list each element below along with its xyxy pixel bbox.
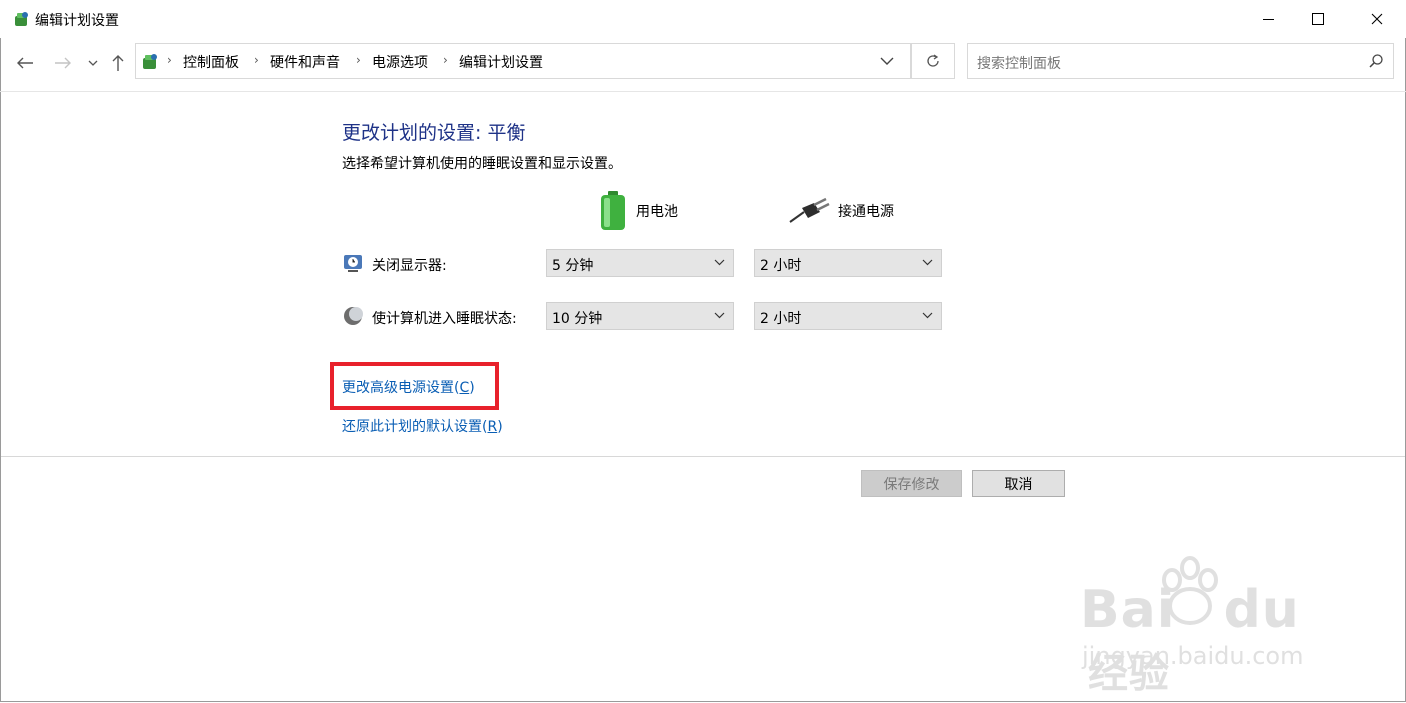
page-subtitle: 选择希望计算机使用的睡眠设置和显示设置。	[342, 156, 622, 172]
watermark: Bai du经验 jingyan.baidu.com	[1080, 552, 1340, 697]
refresh-button[interactable]	[911, 43, 955, 79]
turn-off-display-label: 关闭显示器:	[372, 258, 447, 274]
breadcrumb-edit-plan[interactable]: 编辑计划设置	[459, 52, 543, 72]
battery-icon	[601, 191, 625, 230]
maximize-button[interactable]	[1293, 0, 1343, 38]
power-plug-icon	[789, 197, 830, 223]
control-panel-icon	[143, 54, 157, 69]
display-plugged-select[interactable]: 2 小时	[754, 249, 942, 277]
restore-defaults-link[interactable]: 还原此计划的默认设置(R)	[342, 416, 503, 436]
up-button[interactable]	[107, 52, 129, 74]
chevron-down-icon	[714, 312, 725, 319]
chevron-down-icon	[922, 259, 933, 266]
battery-label: 用电池	[636, 204, 678, 220]
advanced-link-text: 更改高级电源设置(	[342, 380, 460, 396]
breadcrumb-control-panel[interactable]: 控制面板	[183, 52, 239, 72]
search-placeholder: 搜索控制面板	[977, 56, 1061, 72]
battery-column-header: 用电池	[598, 190, 678, 232]
breadcrumb-separator[interactable]: ›	[356, 53, 361, 67]
advanced-power-settings-link[interactable]: 更改高级电源设置(C)	[342, 377, 475, 397]
sleep-battery-value: 10 分钟	[552, 311, 603, 327]
advanced-link-close: )	[469, 380, 475, 396]
breadcrumb-separator[interactable]: ›	[443, 53, 448, 67]
display-battery-value: 5 分钟	[552, 258, 594, 274]
close-button[interactable]	[1352, 0, 1402, 38]
breadcrumb-separator[interactable]: ›	[254, 53, 259, 67]
address-dropdown-button[interactable]	[880, 54, 904, 72]
minimize-icon	[1262, 18, 1274, 20]
save-changes-button[interactable]: 保存修改	[861, 470, 962, 497]
breadcrumb-power-options[interactable]: 电源选项	[372, 52, 428, 72]
watermark-brand-bai: Bai	[1080, 580, 1176, 640]
restore-link-accesskey: R	[487, 419, 498, 435]
refresh-icon	[927, 54, 939, 67]
divider	[1, 456, 1405, 457]
search-icon	[1369, 54, 1383, 68]
recent-locations-button[interactable]	[84, 52, 102, 74]
advanced-link-accesskey: C	[459, 380, 470, 396]
minimize-button[interactable]	[1243, 0, 1293, 38]
sleep-icon	[344, 307, 363, 325]
sleep-plugged-value: 2 小时	[760, 311, 802, 327]
window-title: 编辑计划设置	[35, 13, 119, 29]
sleep-plugged-select[interactable]: 2 小时	[754, 302, 942, 330]
display-plugged-value: 2 小时	[760, 258, 802, 274]
breadcrumb-separator[interactable]: ›	[167, 53, 172, 67]
page-title: 更改计划的设置: 平衡	[342, 122, 526, 144]
sleep-battery-select[interactable]: 10 分钟	[546, 302, 734, 330]
forward-arrow-icon	[55, 57, 71, 69]
sleep-label: 使计算机进入睡眠状态:	[372, 311, 517, 327]
restore-link-text: 还原此计划的默认设置(	[342, 419, 488, 435]
display-battery-select[interactable]: 5 分钟	[546, 249, 734, 277]
cancel-button[interactable]: 取消	[972, 470, 1065, 497]
title-bar: 编辑计划设置	[0, 0, 1406, 38]
back-button[interactable]	[12, 52, 38, 74]
up-arrow-icon	[112, 55, 124, 71]
search-input[interactable]: 搜索控制面板	[967, 43, 1394, 79]
control-panel-icon	[15, 12, 28, 26]
chevron-down-icon	[922, 312, 933, 319]
chevron-down-icon	[88, 60, 98, 66]
breadcrumb-hardware-sound[interactable]: 硬件和声音	[270, 52, 340, 72]
close-icon	[1371, 13, 1383, 25]
plugged-in-label: 接通电源	[838, 204, 894, 220]
back-arrow-icon	[17, 57, 33, 69]
display-icon	[344, 255, 362, 272]
forward-button[interactable]	[50, 52, 76, 74]
chevron-down-icon	[714, 259, 725, 266]
address-bar[interactable]: › 控制面板 › 硬件和声音 › 电源选项 › 编辑计划设置	[135, 43, 911, 79]
watermark-brand: Bai du经验	[1080, 580, 1340, 700]
chevron-down-icon	[880, 57, 894, 65]
maximize-icon	[1312, 13, 1324, 25]
plugged-in-column-header: 接通电源	[788, 190, 894, 232]
restore-link-close: )	[497, 419, 503, 435]
watermark-url: jingyan.baidu.com	[1082, 642, 1304, 670]
divider	[0, 91, 1406, 92]
watermark-brand-du: du	[1223, 580, 1300, 640]
